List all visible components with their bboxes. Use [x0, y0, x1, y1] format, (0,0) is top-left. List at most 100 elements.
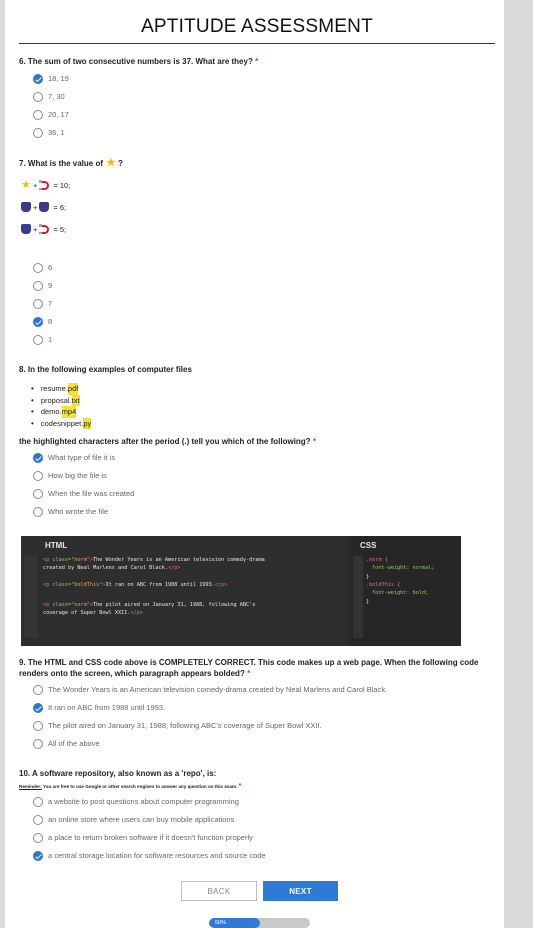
radio-icon[interactable]	[33, 832, 43, 843]
q9-option-4[interactable]: All of the above	[33, 738, 100, 749]
css-line: font-weight: bold;	[372, 590, 429, 596]
cup-icon	[39, 202, 50, 212]
scrollbar-track[interactable]	[504, 0, 533, 928]
html-line-3-cont: coverage of Super Bowl XXII.</p>	[43, 610, 143, 616]
code-screenshot: HTML <p class="norm">The Wonder Years is…	[21, 536, 461, 646]
class-name: boldThis	[74, 582, 100, 588]
q6-option-label: 36, 1	[48, 128, 65, 137]
html-text: It ran on ABC from 1988 until 1993.	[105, 582, 215, 588]
progress-fill: 50%	[209, 918, 260, 928]
q9-option-2[interactable]: It ran on ABC from 1988 until 1993.	[33, 702, 165, 713]
list-item: demo.mp4	[31, 406, 91, 418]
q9-option-1[interactable]: The Wonder Years is an American televisi…	[33, 684, 387, 695]
file-extension: txt	[71, 394, 80, 406]
html-line-2: <p class="boldThis">It ran on ABC from 1…	[43, 582, 228, 588]
q7-option-label: 8	[48, 317, 53, 326]
radio-checked-icon[interactable]	[33, 850, 43, 861]
css-line: .boldThis {	[366, 582, 401, 588]
question-8: 8. In the following examples of computer…	[19, 365, 495, 374]
radio-checked-icon[interactable]	[33, 702, 43, 713]
q9-option-label: The Wonder Years is an American televisi…	[48, 685, 388, 694]
class-name: norm	[74, 602, 87, 608]
equation-2: + = 6;	[19, 201, 66, 213]
q7-option-1[interactable]: 6	[33, 262, 52, 273]
q9-option-label: All of the above	[48, 739, 100, 748]
page-title: APTITUDE ASSESSMENT	[141, 16, 373, 37]
question-8-text: 8. In the following examples of computer…	[19, 365, 192, 374]
q10-option-label: a place to return broken software if it …	[48, 833, 253, 842]
q6-option-2[interactable]: 7, 30	[33, 91, 65, 102]
cup-icon	[21, 202, 31, 212]
file-extension: pdf	[67, 383, 79, 395]
css-line: }	[366, 574, 370, 580]
q8-option-label: When the file was created	[48, 489, 135, 498]
q10-option-label: a website to post questions about comput…	[48, 797, 239, 806]
q7-option-2[interactable]: 9	[33, 280, 52, 291]
question-7: 7. What is the value of ★ ?	[19, 158, 495, 169]
radio-checked-icon[interactable]	[33, 452, 43, 463]
back-button[interactable]: BACK	[181, 881, 257, 901]
line-gutter	[24, 556, 38, 638]
file-base: codesnippet.	[40, 418, 84, 428]
q6-option-3[interactable]: 20, 17	[33, 109, 69, 120]
list-item: proposal.txt	[31, 394, 91, 406]
next-button[interactable]: NEXT	[263, 881, 338, 901]
radio-icon[interactable]	[33, 684, 43, 695]
question-10: 10. A software repository, also known as…	[19, 769, 495, 778]
q7-option-label: 9	[48, 281, 53, 290]
q9-option-label: It ran on ABC from 1988 until 1993.	[48, 703, 166, 712]
q10-option-4[interactable]: a central storage location for software …	[33, 850, 266, 861]
radio-icon[interactable]	[33, 298, 43, 309]
radio-icon[interactable]	[33, 488, 43, 499]
q6-option-4[interactable]: 36, 1	[33, 127, 65, 138]
q7-option-label: 7	[48, 299, 53, 308]
radio-icon[interactable]	[33, 506, 43, 517]
radio-icon[interactable]	[33, 334, 43, 345]
q7-option-4[interactable]: 8	[33, 316, 52, 327]
radio-icon[interactable]	[33, 796, 43, 807]
radio-icon[interactable]	[33, 814, 43, 825]
radio-icon[interactable]	[33, 109, 43, 120]
radio-icon[interactable]	[33, 127, 43, 138]
radio-checked-icon[interactable]	[33, 316, 43, 327]
q8-option-label: How big the file is	[48, 471, 107, 480]
q8-option-4[interactable]: Who wrote the file	[33, 506, 108, 517]
reminder-label: Reminder:	[19, 784, 42, 789]
title-divider	[19, 43, 495, 44]
required-marker: *	[238, 783, 242, 790]
q10-option-3[interactable]: a place to return broken software if it …	[33, 832, 253, 843]
q10-option-2[interactable]: an online store where users can buy mobi…	[33, 814, 234, 825]
q8-option-2[interactable]: How big the file is	[33, 470, 107, 481]
q9-option-3[interactable]: The pilot aired on January 31, 1988, fol…	[33, 720, 322, 731]
line-gutter	[353, 556, 363, 638]
required-marker: *	[255, 57, 259, 66]
radio-icon[interactable]	[33, 280, 43, 291]
question-10-text: 10. A software repository, also known as…	[19, 769, 217, 778]
q8-option-1[interactable]: What type of file it is	[33, 452, 115, 463]
radio-checked-icon[interactable]	[33, 73, 43, 84]
list-item: codesnippet.py	[31, 417, 92, 429]
q7-option-3[interactable]: 7	[33, 298, 52, 309]
question-8-prompt-text: the highlighted characters after the per…	[19, 437, 311, 446]
question-9: 9. The HTML and CSS code above is COMPLE…	[19, 657, 495, 679]
equation-result: = 10;	[53, 180, 71, 190]
q8-option-3[interactable]: When the file was created	[33, 488, 134, 499]
q10-option-1[interactable]: a website to post questions about comput…	[33, 796, 239, 807]
radio-icon[interactable]	[33, 262, 43, 273]
equation-result: = 5;	[53, 224, 67, 234]
reminder-note: Reminder: You are free to use Google or …	[19, 783, 241, 790]
q8-option-label: Who wrote the file	[48, 507, 109, 516]
css-pane: CSS .norm { font-weight: normal; } .bold…	[350, 536, 461, 646]
html-line-3: <p class="norm">The pilot aired on Janua…	[43, 602, 256, 608]
magnet-icon	[39, 224, 50, 234]
radio-icon[interactable]	[33, 720, 43, 731]
q7-option-label: 1	[48, 335, 53, 344]
radio-icon[interactable]	[33, 470, 43, 481]
radio-icon[interactable]	[33, 738, 43, 749]
q7-option-5[interactable]: 1	[33, 334, 52, 345]
q6-option-label: 20, 17	[48, 110, 69, 119]
q7-option-label: 6	[48, 263, 53, 272]
q6-option-1[interactable]: 18, 19	[33, 73, 69, 84]
html-text: created by Neal Marlens and Carol Black.	[43, 565, 168, 571]
radio-icon[interactable]	[33, 91, 43, 102]
